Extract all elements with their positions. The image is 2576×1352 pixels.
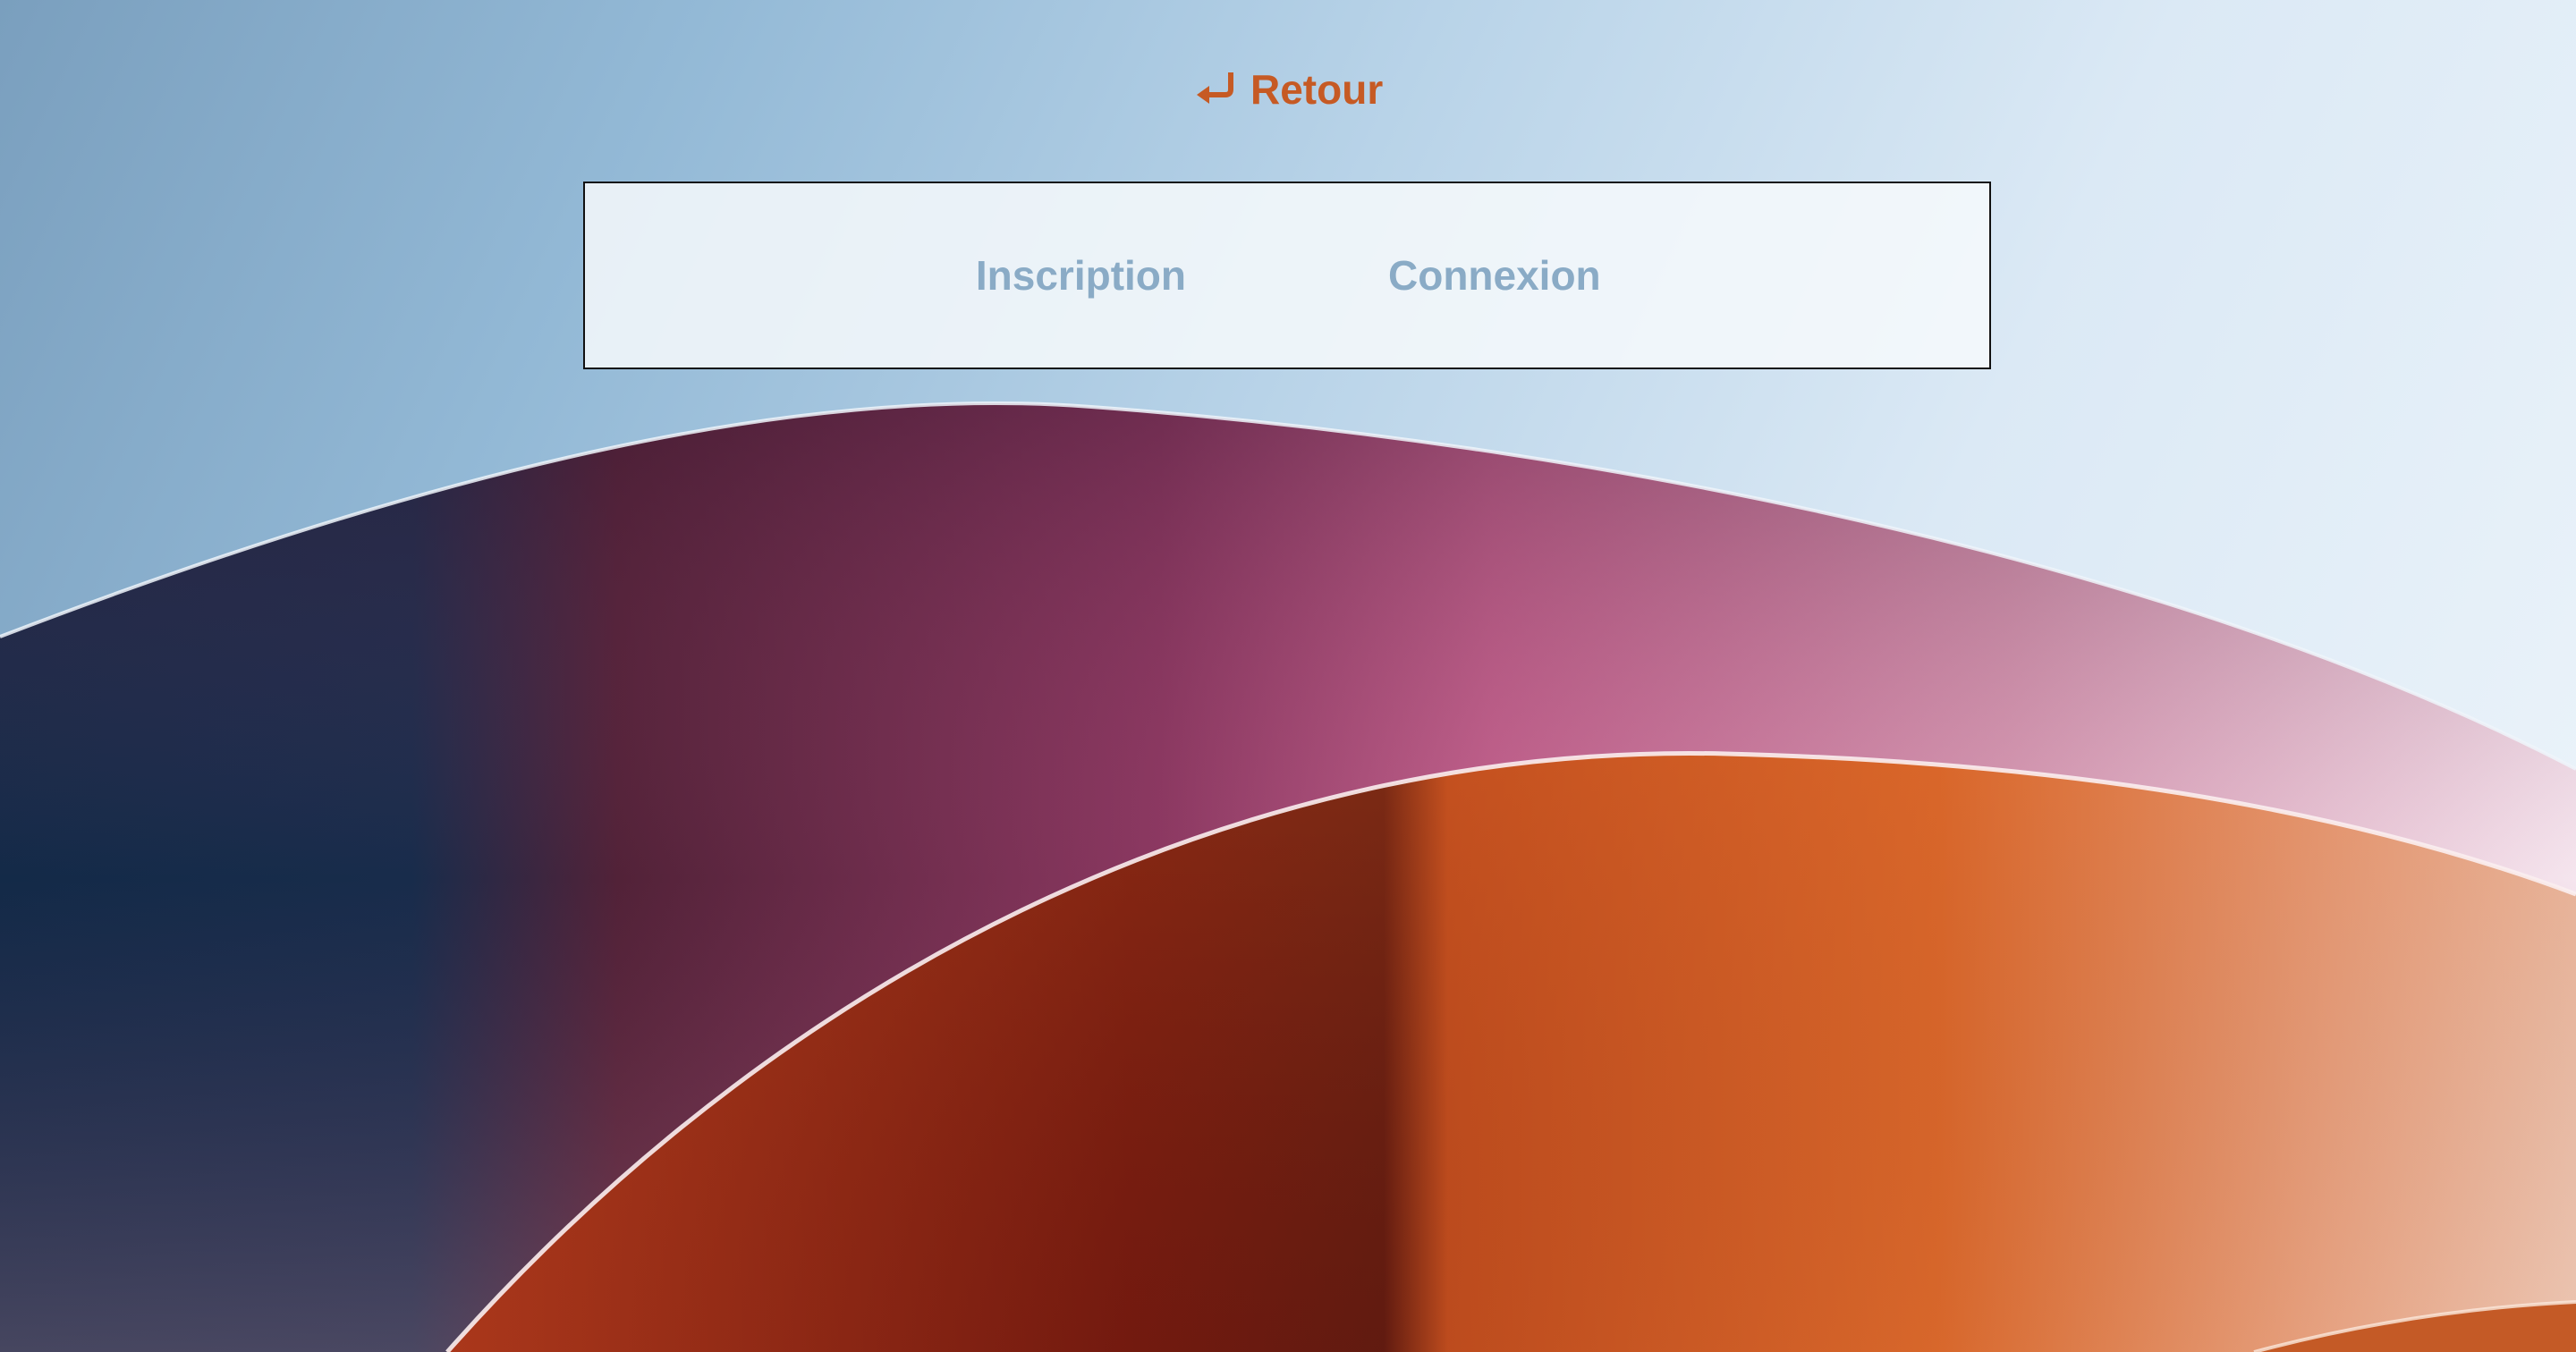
return-arrow-icon <box>1195 72 1240 107</box>
tab-connexion[interactable]: Connexion <box>1361 183 1989 368</box>
tab-inscription[interactable]: Inscription <box>585 183 1361 368</box>
back-link[interactable]: Retour <box>1195 61 1383 118</box>
auth-tab-panel: Inscription Connexion <box>583 182 1991 369</box>
back-link-label: Retour <box>1250 66 1384 113</box>
